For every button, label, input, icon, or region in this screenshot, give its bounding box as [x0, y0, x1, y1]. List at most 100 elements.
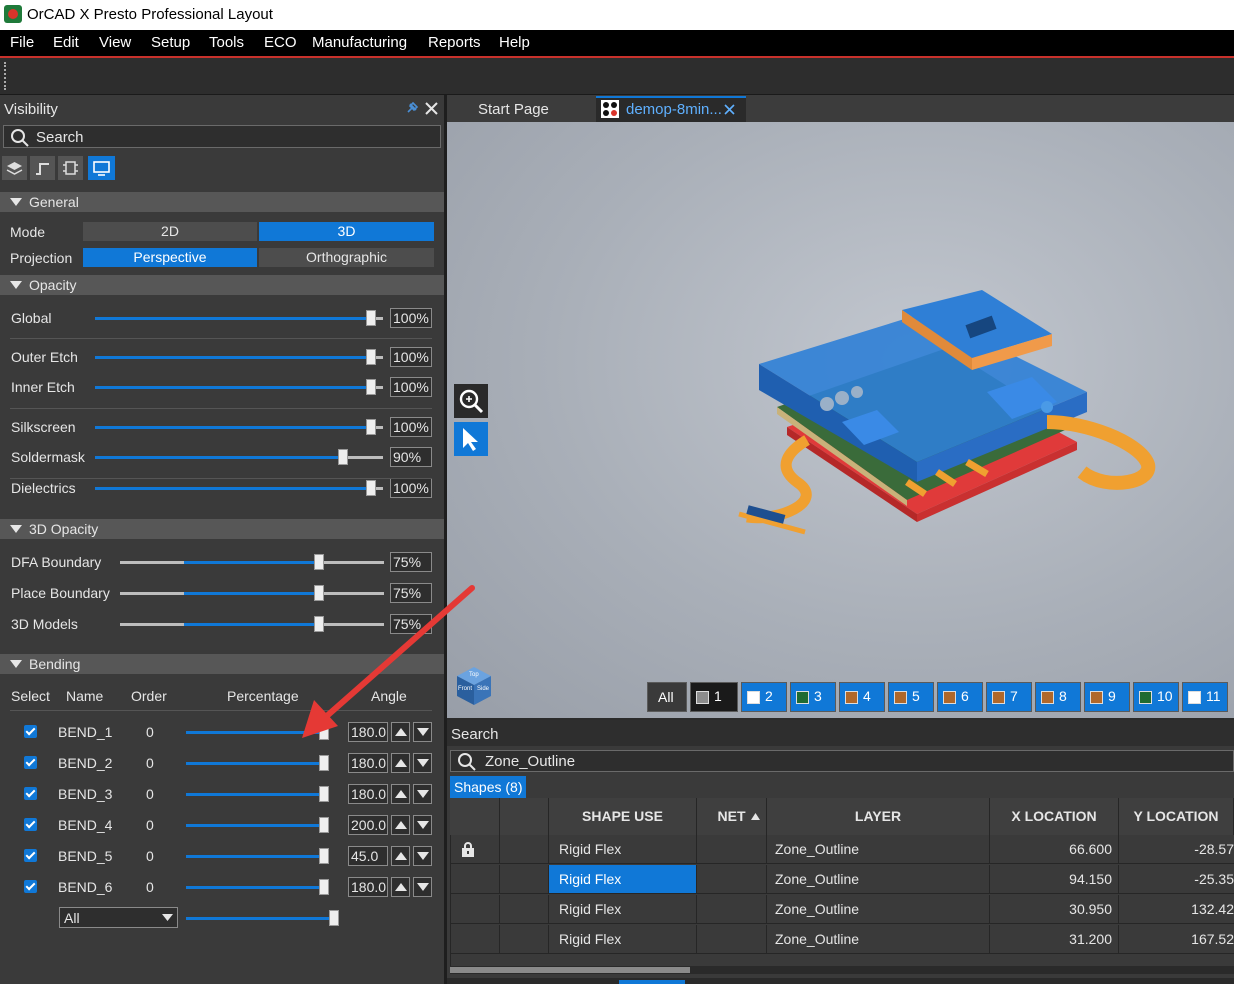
opacity-inner-etch-value[interactable]: 100% — [390, 377, 432, 397]
opacity-outer-etch-value[interactable]: 100% — [390, 347, 432, 367]
component-view-button[interactable] — [58, 156, 83, 180]
zoom-fit-button[interactable] — [454, 384, 488, 418]
col-x-location[interactable]: X LOCATION — [990, 798, 1119, 835]
opacity3d-dfa-boundary-slider-rest[interactable] — [324, 561, 384, 564]
mode-3d-button[interactable]: 3D — [259, 222, 434, 241]
menu-view[interactable]: View — [99, 34, 131, 51]
visibility-search-input[interactable]: Search — [3, 125, 441, 148]
bend-5-angle-input[interactable]: 45.0 — [348, 846, 388, 866]
menu-setup[interactable]: Setup — [151, 34, 190, 51]
display-view-button[interactable] — [88, 156, 115, 180]
bend-3-select-checkbox[interactable] — [24, 787, 37, 800]
close-tab-icon[interactable] — [724, 104, 735, 115]
bend-3-angle-down-icon[interactable] — [413, 784, 432, 804]
y-location-cell[interactable]: -25.35 — [1119, 865, 1234, 894]
bend-6-angle-up-icon[interactable] — [391, 877, 410, 897]
bend-3-percentage-slider-thumb[interactable] — [319, 786, 329, 802]
bend-4-percentage-slider-fill[interactable] — [186, 824, 324, 827]
opacity-global-value[interactable]: 100% — [390, 308, 432, 328]
menu-eco[interactable]: ECO — [264, 34, 297, 51]
col-y-location[interactable]: Y LOCATION — [1119, 798, 1234, 835]
3d-viewport[interactable]: Top Front Side All 1 2 3 4 5 6 7 8 9 10 11 — [447, 122, 1234, 718]
opacity3d-dfa-boundary-slider-fill[interactable] — [184, 561, 314, 564]
col-net[interactable]: NET — [697, 798, 767, 835]
bend-2-select-checkbox[interactable] — [24, 756, 37, 769]
x-location-cell[interactable]: 31.200 — [990, 925, 1119, 954]
layer-cell[interactable]: Zone_Outline — [767, 835, 990, 864]
y-location-cell[interactable]: 167.52 — [1119, 925, 1234, 954]
layer-2-button[interactable]: 2 — [741, 682, 787, 712]
opacity-silkscreen-slider-fill[interactable] — [95, 426, 371, 429]
bend-6-angle-down-icon[interactable] — [413, 877, 432, 897]
bend-2-percentage-slider-thumb[interactable] — [319, 755, 329, 771]
grid-scrollbar-thumb[interactable] — [450, 967, 690, 973]
opacity-soldermask-slider-rest[interactable] — [343, 456, 383, 459]
bend-4-angle-down-icon[interactable] — [413, 815, 432, 835]
menu-help[interactable]: Help — [499, 34, 530, 51]
layer-all-button[interactable]: All — [647, 682, 687, 712]
layer-4-button[interactable]: 4 — [839, 682, 885, 712]
mode-2d-button[interactable]: 2D — [83, 222, 257, 241]
opacity3d-dfa-boundary-value[interactable]: 75% — [390, 552, 432, 572]
layer-9-button[interactable]: 9 — [1084, 682, 1130, 712]
3d-opacity-section-header[interactable]: 3D Opacity — [0, 519, 444, 539]
opacity-inner-etch-slider-thumb[interactable] — [366, 379, 376, 395]
perspective-button[interactable]: Perspective — [83, 248, 257, 267]
toolbar-grip[interactable] — [4, 62, 8, 90]
shapes-results-tab[interactable]: Shapes (8) — [450, 776, 526, 798]
menu-tools[interactable]: Tools — [209, 34, 244, 51]
menu-file[interactable]: File — [10, 34, 34, 51]
col-layer[interactable]: LAYER — [767, 798, 990, 835]
layer-cell[interactable]: Zone_Outline — [767, 865, 990, 894]
opacity-dielectrics-slider-thumb[interactable] — [366, 480, 376, 496]
shape-use-cell[interactable]: Rigid Flex — [549, 835, 697, 864]
menu-edit[interactable]: Edit — [53, 34, 79, 51]
layer-11-button[interactable]: 11 — [1182, 682, 1228, 712]
layer-3-button[interactable]: 3 — [790, 682, 836, 712]
opacity-dielectrics-slider-fill[interactable] — [95, 487, 371, 490]
bend-6-percentage-slider-fill[interactable] — [186, 886, 324, 889]
bottom-active-tab[interactable] — [619, 980, 685, 984]
orthographic-button[interactable]: Orthographic — [259, 248, 434, 267]
bend-4-select-checkbox[interactable] — [24, 818, 37, 831]
lock-cell[interactable] — [450, 865, 500, 894]
opacity-soldermask-slider-fill[interactable] — [95, 456, 343, 459]
layer-1-button[interactable]: 1 — [690, 682, 738, 712]
lock-cell[interactable] — [450, 895, 500, 924]
bend-4-angle-input[interactable]: 200.0 — [348, 815, 388, 835]
bend-1-select-checkbox[interactable] — [24, 725, 37, 738]
lock-cell[interactable] — [450, 925, 500, 954]
layers-view-button[interactable] — [2, 156, 27, 180]
bend-2-angle-input[interactable]: 180.0 — [348, 753, 388, 773]
bend-5-percentage-slider-fill[interactable] — [186, 855, 324, 858]
menu-reports[interactable]: Reports — [428, 34, 481, 51]
opacity-outer-etch-slider-thumb[interactable] — [366, 349, 376, 365]
net-cell[interactable] — [697, 835, 767, 864]
opacity3d-3d-models-slider-start[interactable] — [120, 623, 184, 626]
shape-search-input[interactable]: Zone_Outline — [450, 750, 1234, 772]
opacity-silkscreen-value[interactable]: 100% — [390, 417, 432, 437]
shape-use-cell[interactable]: Rigid Flex — [549, 895, 697, 924]
select-tool-button[interactable] — [454, 422, 488, 456]
opacity-silkscreen-slider-thumb[interactable] — [366, 419, 376, 435]
layer-5-button[interactable]: 5 — [888, 682, 934, 712]
shape-use-cell[interactable]: Rigid Flex — [549, 865, 697, 894]
bend-6-angle-input[interactable]: 180.0 — [348, 877, 388, 897]
bend-3-percentage-slider-fill[interactable] — [186, 793, 324, 796]
net-cell[interactable] — [697, 865, 767, 894]
y-location-cell[interactable]: -28.57 — [1119, 835, 1234, 864]
layer-cell[interactable]: Zone_Outline — [767, 925, 990, 954]
bend-5-percentage-slider-thumb[interactable] — [319, 848, 329, 864]
x-location-cell[interactable]: 94.150 — [990, 865, 1119, 894]
pin-icon[interactable] — [405, 101, 419, 115]
bend-2-percentage-slider-fill[interactable] — [186, 762, 324, 765]
bend-4-percentage-slider-thumb[interactable] — [319, 817, 329, 833]
layer-cell[interactable]: Zone_Outline — [767, 895, 990, 924]
opacity-soldermask-value[interactable]: 90% — [390, 447, 432, 467]
layer-8-button[interactable]: 8 — [1035, 682, 1081, 712]
bend-3-angle-input[interactable]: 180.0 — [348, 784, 388, 804]
menu-manufacturing[interactable]: Manufacturing — [312, 34, 407, 51]
general-section-header[interactable]: General — [0, 192, 444, 212]
x-location-cell[interactable]: 30.950 — [990, 895, 1119, 924]
lock-cell[interactable] — [450, 835, 500, 864]
